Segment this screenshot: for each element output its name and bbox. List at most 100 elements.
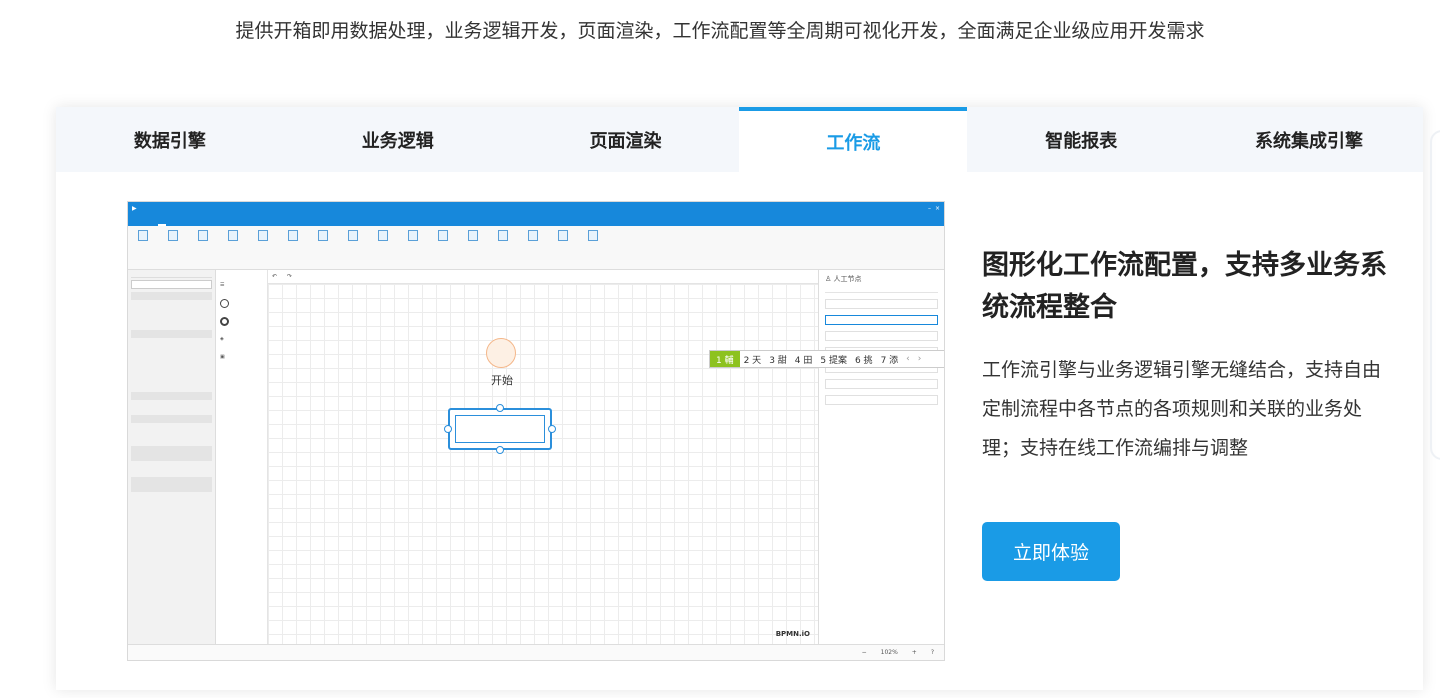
- gateway-icon: ◈: [220, 336, 224, 342]
- resize-handle-top: [496, 404, 504, 412]
- ribbon-button: [252, 230, 274, 241]
- help-icon: ?: [930, 649, 934, 656]
- ribbon-button: [462, 230, 484, 241]
- designer-body: ☰ ◈ ▣ ↶ ↷ 开始 BPMN.iO ♙ 人工节点: [128, 270, 944, 644]
- chevron-left-icon: ‹: [906, 354, 910, 364]
- designer-statusbar: − 102% + ?: [128, 644, 944, 660]
- canvas-toolbar: ↶ ↷: [268, 270, 818, 284]
- undo-icon: ↶: [272, 273, 278, 280]
- ribbon-icon: [498, 230, 508, 241]
- ribbon-button: [402, 230, 424, 241]
- ribbon-button: [492, 230, 514, 241]
- tab-page-render[interactable]: 页面渲染: [512, 107, 740, 172]
- object-explorer-search: [131, 280, 212, 289]
- start-event-label: 开始: [491, 374, 513, 387]
- ribbon-icon: [468, 230, 478, 241]
- close-icon: ×: [934, 204, 940, 212]
- start-event-node: [486, 338, 516, 368]
- task-node: [448, 408, 552, 450]
- menu-item: [136, 224, 144, 226]
- chevron-right-icon: ›: [917, 354, 922, 364]
- tree-item: [131, 461, 212, 469]
- menu-lines-icon: ☰: [220, 282, 225, 288]
- designer-ribbon: [128, 226, 944, 270]
- tab-smart-report[interactable]: 智能报表: [967, 107, 1195, 172]
- properties-field: [825, 379, 938, 389]
- tree-item: [131, 354, 212, 362]
- ribbon-button: [432, 230, 454, 241]
- user-task-icon: ▣: [220, 354, 225, 360]
- ribbon-button: [342, 230, 364, 241]
- tree-item: [131, 323, 212, 331]
- tree-item: [131, 315, 212, 323]
- feature-tabs: 数据引擎 业务逻辑 页面渲染 工作流 智能报表 系统集成引擎: [56, 107, 1423, 172]
- object-explorer-header: [131, 273, 212, 278]
- feature-description: 工作流引擎与业务逻辑引擎无缝结合，支持自由定制流程中各节点的各项规则和关联的业务…: [982, 359, 1382, 459]
- ime-candidate: 4 田: [794, 355, 813, 366]
- start-event-icon: [220, 298, 229, 308]
- palette-item: ☰: [220, 276, 263, 294]
- ribbon-button: [312, 230, 334, 241]
- ribbon-icon: [168, 230, 178, 241]
- ribbon-icon: [198, 230, 208, 241]
- tree-group: [131, 292, 212, 300]
- ribbon-icon: [588, 230, 598, 241]
- ribbon-button: [222, 230, 244, 241]
- resize-handle-bottom: [496, 446, 504, 454]
- bpmn-io-logo: BPMN.iO: [775, 630, 810, 638]
- ime-candidate: 2 天: [743, 355, 762, 366]
- tree-item: [131, 400, 212, 408]
- ribbon-icon: [378, 230, 388, 241]
- ribbon-icon: [408, 230, 418, 241]
- ribbon-button: [282, 230, 304, 241]
- tree-item: [131, 430, 212, 438]
- ribbon-icon: [228, 230, 238, 241]
- menu-item: [202, 224, 210, 226]
- ribbon-icon: [558, 230, 568, 241]
- tab-system-integration[interactable]: 系统集成引擎: [1195, 107, 1423, 172]
- properties-field: [825, 299, 938, 309]
- side-scroll-decoration: [1430, 130, 1440, 460]
- tree-group: [131, 453, 212, 462]
- menu-item: [224, 224, 232, 226]
- properties-field: [825, 331, 938, 341]
- tree-item: [131, 384, 212, 392]
- feature-title: 图形化工作流配置，支持多业务系统流程整合: [982, 250, 1387, 323]
- resize-handle-right: [548, 425, 556, 433]
- properties-field: [825, 315, 938, 325]
- ribbon-button: [192, 230, 214, 241]
- ribbon-button: [372, 230, 394, 241]
- menu-item: [246, 224, 254, 226]
- ime-candidate-bar: 1 輔 2 天 3 甜 4 田 5 提案 6 挑 7 添 ‹ ›: [709, 350, 944, 368]
- properties-tabs: [825, 290, 938, 293]
- bpmn-canvas-grid: 开始 BPMN.iO: [268, 284, 818, 644]
- ime-candidate: 6 挑: [854, 355, 873, 366]
- end-event-icon: [220, 316, 229, 326]
- tree-item: [131, 338, 212, 346]
- redo-icon: ↷: [287, 273, 293, 280]
- tab-business-logic[interactable]: 业务逻辑: [284, 107, 512, 172]
- tree-item: [131, 369, 212, 377]
- properties-panel: ♙ 人工节点: [818, 270, 944, 644]
- tree-item: [131, 346, 212, 354]
- app-logo-icon: ▶: [132, 204, 137, 212]
- tab-workflow[interactable]: 工作流: [739, 107, 968, 172]
- object-explorer-panel: [128, 270, 216, 644]
- menu-item: [180, 224, 188, 226]
- zoom-in-icon: +: [911, 649, 917, 656]
- tree-item: [131, 377, 212, 385]
- ime-candidate: 5 提案: [820, 355, 847, 366]
- tree-item: [131, 361, 212, 369]
- properties-title-text: 人工节点: [833, 275, 862, 283]
- tree-item: [131, 469, 212, 477]
- ribbon-button: [522, 230, 544, 241]
- ime-candidate: 7 添: [880, 355, 899, 366]
- ribbon-button: [552, 230, 574, 241]
- tab-data-engine[interactable]: 数据引擎: [56, 107, 284, 172]
- ribbon-icon: [348, 230, 358, 241]
- designer-titlebar: ▶ – ×: [128, 202, 944, 214]
- ribbon-button: [162, 230, 184, 241]
- try-now-button[interactable]: 立即体验: [982, 522, 1120, 581]
- resize-handle-left: [444, 425, 452, 433]
- palette-item: ◈: [220, 330, 263, 348]
